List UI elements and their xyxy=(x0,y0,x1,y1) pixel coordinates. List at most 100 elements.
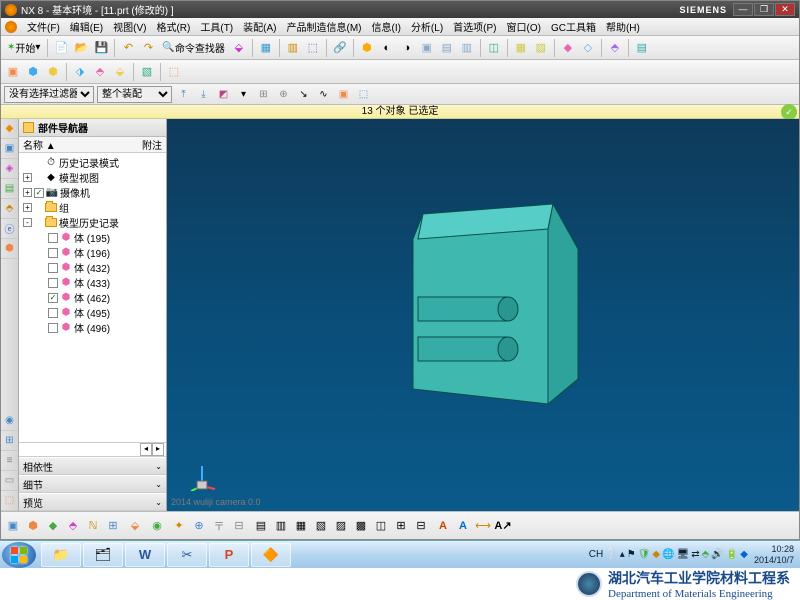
menu-window[interactable]: 窗口(O) xyxy=(502,19,546,34)
menu-tools[interactable]: 工具(T) xyxy=(195,19,238,34)
bb-text-a[interactable]: A xyxy=(434,517,452,535)
bb7-icon[interactable]: ⬙ xyxy=(126,517,144,535)
menu-assembly[interactable]: 装配(A) xyxy=(238,19,281,34)
sel-a-icon[interactable]: ◩ xyxy=(215,86,232,103)
sel-g-icon[interactable]: ▣ xyxy=(335,86,352,103)
menu-info[interactable]: 信息(I) xyxy=(366,19,405,34)
tb-b[interactable]: ▦ xyxy=(257,39,275,57)
sel-c-icon[interactable]: ⊞ xyxy=(255,86,272,103)
asm3-icon[interactable]: ⬢ xyxy=(44,63,62,81)
tab-e-icon[interactable]: ⬘ xyxy=(1,199,18,219)
bb6-icon[interactable]: ⊞ xyxy=(104,517,122,535)
tab-j-icon[interactable]: ≡ xyxy=(1,451,18,471)
tb-m2[interactable]: ◇ xyxy=(579,39,597,57)
start-orb[interactable] xyxy=(2,542,36,568)
menu-analysis[interactable]: 分析(L) xyxy=(406,19,448,34)
status-bubble-icon[interactable]: ✓ xyxy=(781,104,797,120)
tray-av-icon[interactable]: ◆ xyxy=(652,549,660,560)
lang-indicator[interactable]: CH xyxy=(589,549,603,560)
acc-details[interactable]: 细节⌄ xyxy=(19,475,166,493)
bb2-icon[interactable]: ⬢ xyxy=(24,517,42,535)
column-headers[interactable]: 名称 ▲ 附注 xyxy=(19,137,166,153)
new-icon[interactable]: 📄 xyxy=(52,39,70,57)
solid-body[interactable] xyxy=(353,194,613,414)
sel-dn-icon[interactable]: ⤓ xyxy=(195,86,212,103)
tree-node[interactable]: ⬢体 (496) xyxy=(19,320,166,335)
asm8-icon[interactable]: ⬚ xyxy=(165,63,183,81)
tb-layer1[interactable]: ▦ xyxy=(512,39,530,57)
tree-node[interactable]: ⏱历史记录模式 xyxy=(19,155,166,170)
bb9-icon[interactable]: ✦ xyxy=(170,517,188,535)
menu-view[interactable]: 视图(V) xyxy=(108,19,151,34)
tb-box2[interactable]: ▤ xyxy=(438,39,456,57)
bb13-icon[interactable]: ▤ xyxy=(252,517,270,535)
render1-icon[interactable]: ◐ xyxy=(378,39,396,57)
minimize-button[interactable]: — xyxy=(733,3,753,16)
bb4-icon[interactable]: ⬘ xyxy=(64,517,82,535)
undo-icon[interactable]: ↶ xyxy=(119,39,137,57)
view-triad-icon[interactable] xyxy=(187,461,217,491)
bb-dim-icon[interactable]: ⟷ xyxy=(474,517,492,535)
task-snip-icon[interactable]: ✂ xyxy=(167,543,207,567)
tb-box3[interactable]: ▥ xyxy=(458,39,476,57)
bb-text-a2[interactable]: A xyxy=(454,517,472,535)
tray-help-icon[interactable]: ❔ xyxy=(605,549,617,560)
graphics-viewport[interactable]: 2014 wuliji camera 0.0 xyxy=(167,119,799,511)
menu-format[interactable]: 格式(R) xyxy=(151,19,195,34)
bb1-icon[interactable]: ▣ xyxy=(4,517,22,535)
col-name[interactable]: 名称 ▲ xyxy=(23,137,142,152)
tree-node[interactable]: ⬢体 (196) xyxy=(19,245,166,260)
menu-file[interactable]: 文件(F) xyxy=(22,19,65,34)
sel-up-icon[interactable]: ⤒ xyxy=(175,86,192,103)
tab-i-icon[interactable]: ⊞ xyxy=(1,431,18,451)
maximize-button[interactable]: ❐ xyxy=(754,3,774,16)
menu-gctool[interactable]: GC工具箱 xyxy=(546,19,601,34)
menu-pmi[interactable]: 产品制造信息(M) xyxy=(281,19,366,34)
tray-q-icon[interactable]: ⬘ xyxy=(702,549,710,560)
asm2-icon[interactable]: ⬢ xyxy=(24,63,42,81)
tree-node[interactable]: +◆模型视图 xyxy=(19,170,166,185)
bb3-icon[interactable]: ◆ xyxy=(44,517,62,535)
bb5-icon[interactable]: ℕ xyxy=(84,517,102,535)
tb-sec-icon[interactable]: ◫ xyxy=(485,39,503,57)
clock[interactable]: 10:28 2014/10/7 xyxy=(754,544,794,566)
tab-l-icon[interactable]: ⬚ xyxy=(1,491,18,511)
filter-select[interactable]: 没有选择过滤器 xyxy=(4,86,94,103)
sel-d-icon[interactable]: ⊕ xyxy=(275,86,292,103)
tray-r-icon[interactable]: ◆ xyxy=(740,549,748,560)
bb14-icon[interactable]: ▥ xyxy=(272,517,290,535)
close-button[interactable]: ✕ xyxy=(775,3,795,16)
tb-layer2[interactable]: ▨ xyxy=(532,39,550,57)
bb19-icon[interactable]: ◫ xyxy=(372,517,390,535)
model-tree[interactable]: ⏱历史记录模式+◆模型视图+✓📷摄像机+组-模型历史记录⬢体 (195)⬢体 (… xyxy=(19,153,166,442)
tray-bat-icon[interactable]: 🔋 xyxy=(726,549,738,560)
sel-h-icon[interactable]: ⬚ xyxy=(355,86,372,103)
task-word-icon[interactable]: W xyxy=(125,543,165,567)
tray-snd-icon[interactable]: 🔊 xyxy=(711,549,723,560)
bb16-icon[interactable]: ▧ xyxy=(312,517,330,535)
bb8-icon[interactable]: ◉ xyxy=(148,517,166,535)
tb-n1[interactable]: ⬘ xyxy=(606,39,624,57)
tab-ie-icon[interactable]: ⓔ xyxy=(1,219,18,239)
tray-up-icon[interactable]: ▴ xyxy=(620,549,625,560)
menu-edit[interactable]: 编辑(E) xyxy=(65,19,108,34)
tab-c-icon[interactable]: ◈ xyxy=(1,159,18,179)
start-button[interactable]: ✶开始▾ xyxy=(4,39,43,57)
tab-k-icon[interactable]: ▭ xyxy=(1,471,18,491)
tree-node[interactable]: ⬢体 (195) xyxy=(19,230,166,245)
bb21-icon[interactable]: ⊟ xyxy=(412,517,430,535)
tray-disp-icon[interactable]: 🖥 xyxy=(677,549,690,560)
scroll-right-icon[interactable]: ▸ xyxy=(152,443,164,456)
asm6-icon[interactable]: ⬙ xyxy=(111,63,129,81)
bb12-icon[interactable]: ⊟ xyxy=(230,517,248,535)
asm1-icon[interactable]: ▣ xyxy=(4,63,22,81)
tb-link-icon[interactable]: 🔗 xyxy=(331,39,349,57)
tab-g-icon[interactable]: ⬢ xyxy=(1,239,18,259)
sel-e-icon[interactable]: ↘ xyxy=(295,86,312,103)
sel-b-icon[interactable]: ▾ xyxy=(235,86,252,103)
menu-prefs[interactable]: 首选项(P) xyxy=(448,19,501,34)
redo-icon[interactable]: ↷ xyxy=(139,39,157,57)
bb10-icon[interactable]: ⊕ xyxy=(190,517,208,535)
asm5-icon[interactable]: ⬘ xyxy=(91,63,109,81)
tray-flag-icon[interactable]: ⚑ xyxy=(627,549,636,560)
